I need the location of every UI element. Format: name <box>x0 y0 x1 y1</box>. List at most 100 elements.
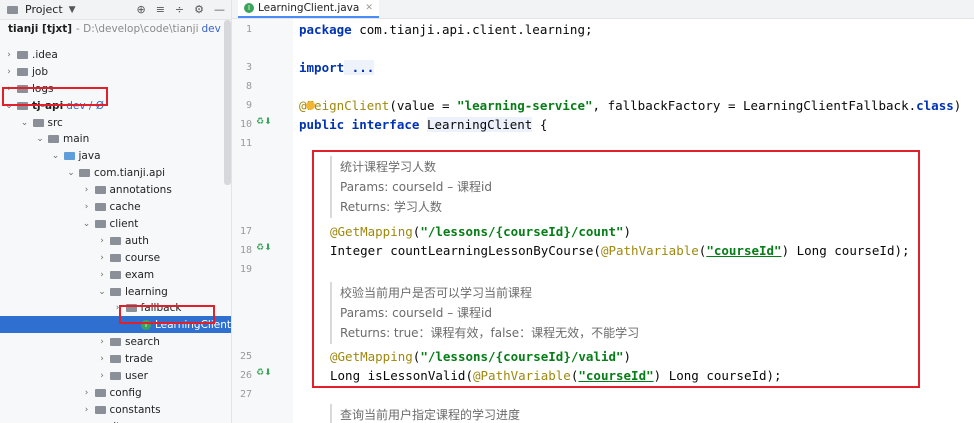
tree-item-label: course <box>125 251 161 264</box>
line-number: 9 <box>245 100 252 111</box>
scrollbar-thumb[interactable] <box>224 20 231 185</box>
tree-item-label: job <box>32 65 49 78</box>
tree-item-label: cache <box>109 200 141 213</box>
chevron-right-icon[interactable]: › <box>82 388 92 398</box>
collapse-all-icon[interactable]: ÷ <box>175 3 184 16</box>
folder-icon <box>110 287 121 296</box>
tree-item--idea[interactable]: › .idea <box>0 46 231 63</box>
tree-item-config[interactable]: › config <box>0 384 231 401</box>
line-number: 19 <box>239 264 252 275</box>
folder-icon <box>110 337 121 346</box>
gear-icon[interactable]: ⚙ <box>194 3 204 16</box>
editor-gutter <box>232 19 293 423</box>
project-panel: Project ▼ ⊕ ≡ ÷ ⚙ — tianji [tjxt] - D:\d… <box>0 0 232 423</box>
chevron-down-icon[interactable]: ⌄ <box>82 219 92 229</box>
tree-item-label: main <box>63 132 90 145</box>
folder-icon <box>32 118 44 127</box>
chevron-right-icon[interactable]: › <box>97 253 107 263</box>
folder-icon <box>94 219 106 228</box>
tree-item-constants[interactable]: › constants <box>0 401 231 418</box>
code-line-package[interactable]: package com.tianji.api.client.learning; <box>299 22 593 37</box>
chevron-right-icon[interactable]: › <box>97 337 107 347</box>
editor-tab-bar: I LearningClient.java ✕ <box>232 0 974 19</box>
highlight-box-learningclient <box>119 305 215 324</box>
chevron-down-icon[interactable]: ⌄ <box>51 151 61 161</box>
folder-icon <box>94 202 106 211</box>
tree-item-job[interactable]: › job <box>0 63 231 80</box>
tree-item-label: auth <box>125 234 149 247</box>
project-view-selector[interactable]: Project <box>25 3 63 16</box>
folded-imports[interactable]: ... <box>344 60 375 75</box>
chevron-right-icon[interactable]: › <box>82 185 92 195</box>
tab-learningclient[interactable]: I LearningClient.java ✕ <box>238 0 379 18</box>
chevron-right-icon[interactable]: › <box>82 405 92 415</box>
tree-item-client[interactable]: ⌄ client <box>0 215 231 232</box>
highlight-box-methods <box>312 150 920 388</box>
line-number: 26 <box>239 370 252 381</box>
implemented-icon[interactable]: ♻⬇ <box>256 243 272 253</box>
tree-item-label: config <box>109 386 142 399</box>
tree-item-label: .idea <box>32 48 58 61</box>
tree-item-com-tianji-api[interactable]: ⌄ com.tianji.api <box>0 164 231 181</box>
highlight-box-tj-api <box>2 87 108 106</box>
interface-icon: I <box>244 3 254 13</box>
line-number: 17 <box>239 226 252 237</box>
chevron-down-icon[interactable]: ▼ <box>69 5 76 15</box>
chevron-down-icon[interactable]: ⌄ <box>35 134 45 144</box>
chevron-right-icon[interactable]: › <box>82 202 92 212</box>
folder-icon <box>110 270 121 279</box>
tree-item-label: trade <box>125 352 153 365</box>
expand-all-icon[interactable]: ≡ <box>156 3 165 16</box>
locate-icon[interactable]: ⊕ <box>136 3 145 16</box>
chevron-down-icon[interactable]: ⌄ <box>97 287 107 297</box>
tree-root-label: tianji [tjxt] <box>8 22 73 35</box>
chevron-right-icon[interactable]: › <box>97 270 107 280</box>
tree-item-auth[interactable]: › auth <box>0 232 231 249</box>
tree-item-src[interactable]: ⌄ src <box>0 114 231 131</box>
chevron-down-icon[interactable]: ⌄ <box>66 168 76 178</box>
chevron-right-icon[interactable]: › <box>4 67 14 77</box>
tree-item-course[interactable]: › course <box>0 249 231 266</box>
tree-item-exam[interactable]: › exam <box>0 266 231 283</box>
code-line-feignclient[interactable]: @FeignClient(value = "learning-service",… <box>299 98 961 113</box>
folder-icon <box>94 185 106 194</box>
tree-item-label: user <box>125 369 148 382</box>
folder-icon <box>17 50 28 59</box>
folder-icon <box>94 405 106 414</box>
line-number: 25 <box>239 351 252 362</box>
tree-item-label: java <box>78 149 101 162</box>
code-line-import[interactable]: import ... <box>299 60 375 75</box>
doc-summary: 查询当前用户指定课程的学习进度 <box>340 408 521 422</box>
folder-icon <box>110 236 121 245</box>
folder-icon <box>48 134 59 143</box>
chevron-down-icon[interactable]: ⌄ <box>20 118 30 128</box>
tree-item-learning[interactable]: ⌄ learning <box>0 283 231 300</box>
lightbulb-icon[interactable] <box>306 101 315 110</box>
implemented-icon[interactable]: ♻⬇ <box>256 117 272 127</box>
tree-item-label: search <box>125 335 160 348</box>
implemented-icon[interactable]: ♻⬇ <box>256 368 272 378</box>
tree-item-label: learning <box>125 285 168 298</box>
line-number: 1 <box>245 24 252 35</box>
chevron-right-icon[interactable]: › <box>97 354 107 364</box>
tree-item-dto[interactable]: ›dto <box>0 418 231 423</box>
code-line-interface[interactable]: public interface LearningClient { <box>299 117 547 132</box>
line-number: 10 <box>239 119 252 130</box>
folder-icon <box>110 253 121 262</box>
tree-item-label: src <box>47 116 63 129</box>
tree-item-annotations[interactable]: › annotations <box>0 181 231 198</box>
close-icon[interactable]: ✕ <box>365 3 373 13</box>
tree-root-tianji[interactable]: tianji [tjxt] - D:\develop\code\tianji d… <box>0 20 231 37</box>
chevron-right-icon[interactable]: › <box>4 50 14 60</box>
tree-item-trade[interactable]: › trade <box>0 350 231 367</box>
minimize-icon[interactable]: — <box>214 3 225 16</box>
tree-item-main[interactable]: ⌄ main <box>0 130 231 147</box>
chevron-right-icon[interactable]: › <box>97 371 107 381</box>
tree-item-java[interactable]: ⌄ java <box>0 147 231 164</box>
tree-item-cache[interactable]: › cache <box>0 198 231 215</box>
line-number: 11 <box>239 138 252 149</box>
chevron-right-icon[interactable]: › <box>97 236 107 246</box>
tree-item-label: client <box>109 217 139 230</box>
tree-item-user[interactable]: › user <box>0 367 231 384</box>
tree-item-search[interactable]: › search <box>0 333 231 350</box>
